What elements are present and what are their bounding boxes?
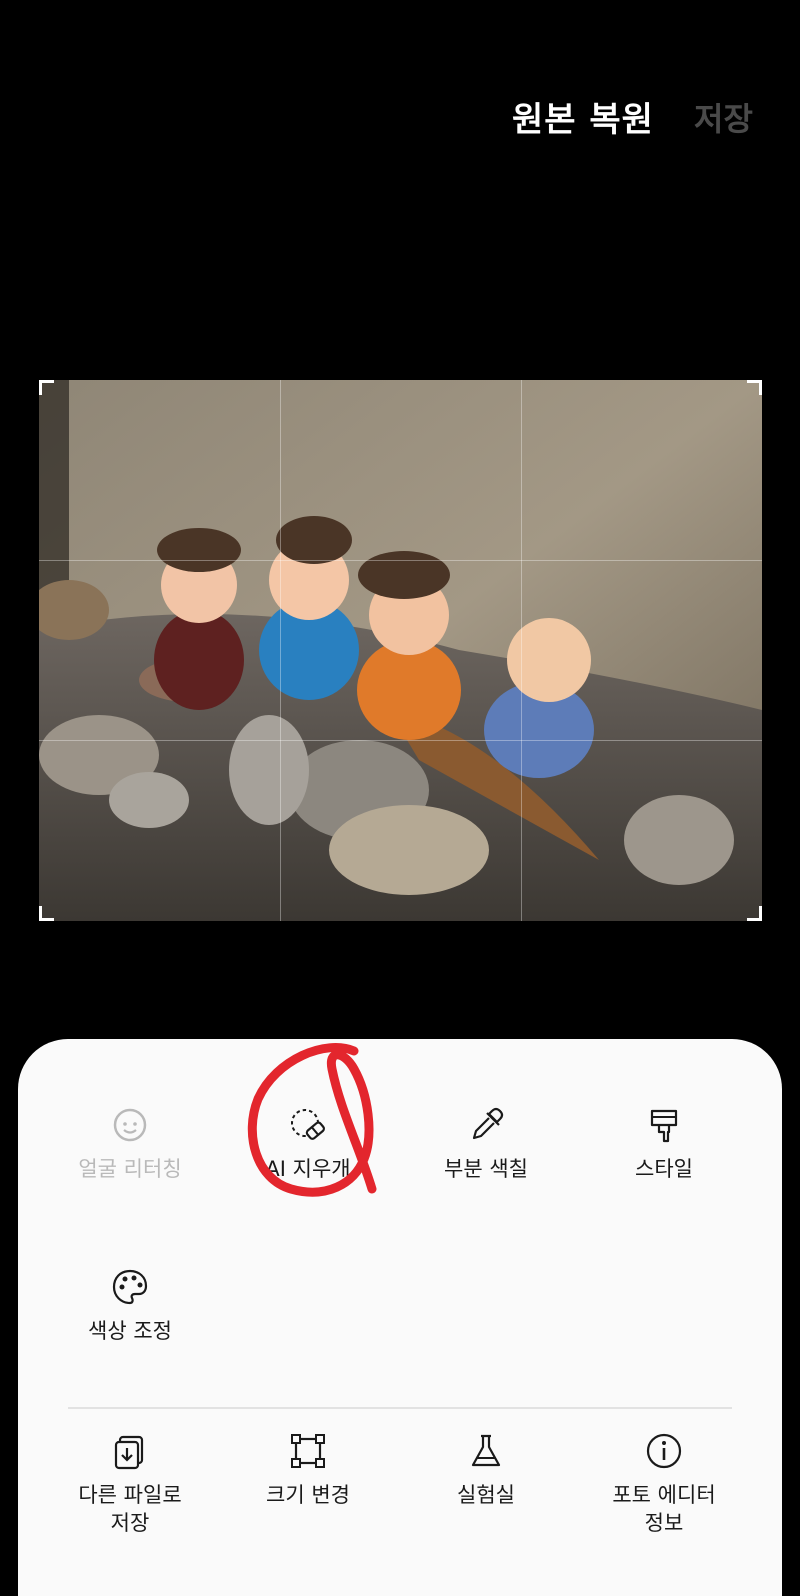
palette-icon [112,1269,148,1305]
crop-grid-line [280,380,281,921]
partial-color-label: 부분 색칠 [444,1157,528,1181]
color-adjust-label: 색상 조정 [88,1319,172,1343]
editor-info-button[interactable]: 포토 에디터 정보 [574,1429,754,1537]
face-retouch-button[interactable]: 얼굴 리터칭 [40,1103,220,1183]
save-as-label: 다른 파일로 저장 [78,1483,182,1535]
revert-button[interactable]: 원본 복원 [512,92,654,141]
style-button[interactable]: 스타일 [574,1103,754,1183]
paintbrush-icon [650,1109,678,1143]
crop-handle[interactable] [39,906,54,921]
resize-icon [291,1434,325,1468]
resize-label: 크기 변경 [266,1483,350,1507]
labs-button[interactable]: 실험실 [396,1429,576,1509]
save-copy-icon [114,1435,144,1470]
ai-eraser-label: AI 지우개 [265,1157,351,1181]
top-bar: 원본 복원 저장 [0,0,800,200]
tools-sheet: 얼굴 리터칭 AI 지우개 부분 색칠 스타일 색상 조정 다른 파일로 저장 … [18,1039,782,1596]
color-adjust-button[interactable]: 색상 조정 [40,1265,220,1345]
labs-label: 실험실 [457,1483,515,1507]
eraser-icon [291,1109,325,1140]
resize-button[interactable]: 크기 변경 [218,1429,398,1509]
crop-handle[interactable] [747,380,762,395]
style-label: 스타일 [635,1157,693,1181]
info-icon [646,1433,682,1469]
crop-grid-line [521,380,522,921]
partial-color-button[interactable]: 부분 색칠 [396,1103,576,1183]
save-button[interactable]: 저장 [694,94,753,140]
crop-grid-line [39,740,762,741]
eyedropper-icon [472,1107,504,1140]
crop-handle[interactable] [747,906,762,921]
crop-handle[interactable] [39,380,54,395]
photo-preview[interactable] [39,380,762,921]
section-divider [68,1407,732,1409]
save-as-button[interactable]: 다른 파일로 저장 [40,1429,220,1537]
crop-grid-line [39,560,762,561]
face-icon [113,1108,147,1142]
flask-icon [471,1434,501,1467]
photo-image [39,380,762,921]
ai-eraser-button[interactable]: AI 지우개 [218,1103,398,1183]
face-retouch-label: 얼굴 리터칭 [78,1157,182,1181]
editor-info-label: 포토 에디터 정보 [612,1483,716,1535]
